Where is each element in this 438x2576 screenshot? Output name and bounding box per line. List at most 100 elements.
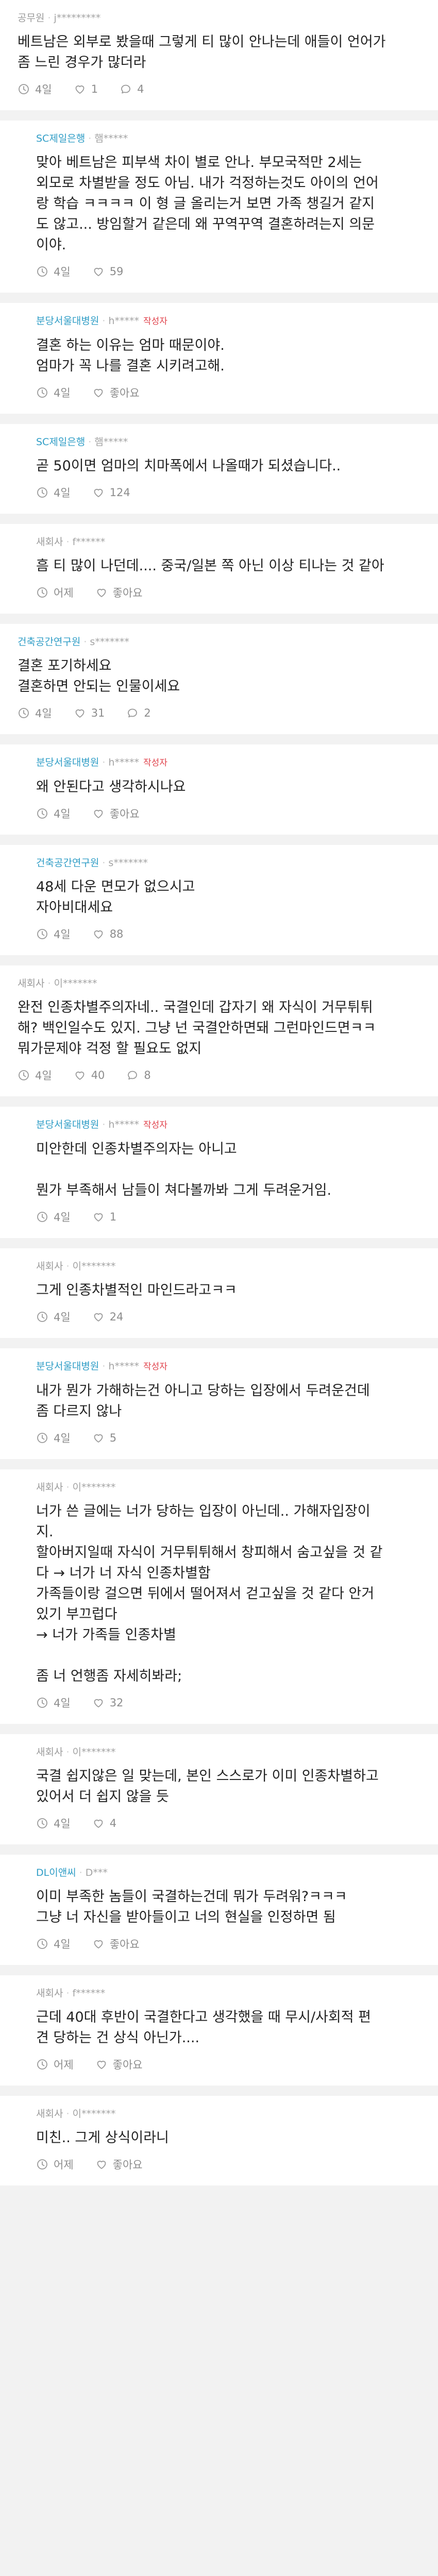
like-count: 40 (91, 1069, 105, 1081)
heart-icon (94, 388, 103, 397)
reply-button[interactable]: 8 (126, 1069, 151, 1081)
comment-text: 너가 쓴 글에는 너가 당하는 입장이 아닌데.. 가해자입장이 지. 할아버지… (36, 1503, 383, 1684)
clock-icon (37, 1312, 47, 1322)
comment: 새회사 · 이******* 완전 인종차별주의자네.. 국결인데 갑자기 왜 자식이… (0, 965, 438, 1096)
author-id[interactable]: s******* (90, 636, 129, 648)
author-badge: 작성자 (143, 1120, 167, 1130)
meta-separator: · (88, 133, 92, 144)
like-button[interactable]: 좋아요 (92, 1936, 140, 1952)
timestamp: 4일 (36, 264, 71, 279)
like-button[interactable]: 124 (92, 486, 130, 499)
author-id[interactable]: h***** (108, 315, 139, 327)
comment-text: 곧 50이면 엄마의 치마폭에서 나올때가 되셨습니다.. (36, 458, 341, 474)
reply-comment: SC제일은행 · 햄***** 맞아 베트남은 피부색 차이 별로 안나. 부모국적만… (0, 121, 438, 293)
like-count: 좋아요 (109, 1938, 140, 1951)
like-button[interactable]: 좋아요 (92, 806, 140, 821)
speech-bubble-icon (128, 1071, 138, 1080)
heart-icon (94, 267, 103, 276)
author-company[interactable]: SC제일은행 (36, 133, 85, 144)
author-id[interactable]: 햄***** (94, 436, 128, 448)
heart-icon (94, 1313, 103, 1321)
author-id[interactable]: f****** (73, 1988, 106, 1999)
clock-icon (19, 84, 29, 94)
author-company[interactable]: 분당서울대병원 (36, 1361, 99, 1372)
comment-meta: SC제일은행 · 햄***** (36, 435, 420, 449)
timestamp-label: 4일 (54, 487, 71, 499)
comment-actions: 어제 좋아요 (36, 2057, 420, 2072)
like-count: 59 (109, 265, 124, 278)
comment-actions: 4일 5 (36, 1430, 420, 1446)
timestamp: 4일 (18, 1067, 52, 1083)
author-company[interactable]: 분당서울대병원 (36, 757, 99, 768)
like-button[interactable]: 40 (74, 1069, 105, 1081)
like-button[interactable]: 5 (92, 1432, 116, 1444)
author-company[interactable]: 공무원 (18, 12, 44, 24)
like-button[interactable]: 좋아요 (95, 585, 143, 600)
author-id[interactable]: f****** (73, 536, 106, 548)
like-count: 5 (109, 1432, 117, 1444)
author-id[interactable]: 이******* (73, 1482, 116, 1493)
like-button[interactable]: 88 (92, 928, 124, 940)
like-button[interactable]: 31 (74, 707, 105, 719)
comment-meta: 새회사 · 이******* (36, 1481, 420, 1494)
comment-actions: 4일 4 (36, 1816, 420, 1831)
like-button[interactable]: 좋아요 (95, 2057, 143, 2072)
author-id[interactable]: 이******* (73, 2108, 116, 2120)
author-id[interactable]: D*** (86, 1867, 108, 1878)
author-id[interactable]: 이******* (54, 978, 97, 989)
timestamp-label: 4일 (54, 1697, 71, 1709)
author-company[interactable]: 분당서울대병원 (36, 315, 99, 327)
author-id[interactable]: 이******* (73, 1261, 116, 1272)
timestamp: 4일 (36, 1430, 71, 1446)
author-company[interactable]: 새회사 (36, 536, 63, 548)
like-button[interactable]: 1 (92, 1211, 116, 1223)
author-company[interactable]: 새회사 (36, 1988, 63, 1999)
author-company[interactable]: 새회사 (18, 978, 44, 989)
timestamp-label: 4일 (54, 1311, 71, 1324)
comment-actions: 4일 1 (36, 1209, 420, 1225)
like-button[interactable]: 좋아요 (95, 2157, 143, 2172)
author-id[interactable]: h***** (108, 757, 139, 768)
like-button[interactable]: 좋아요 (92, 385, 140, 400)
author-id[interactable]: s******* (108, 857, 147, 869)
heart-icon (94, 1213, 103, 1222)
reply-comment: 새회사 · f****** 근데 40대 후반이 국결한다고 생각했을 때 무시/사회… (0, 1975, 438, 2086)
heart-icon (97, 2060, 106, 2069)
meta-separator: · (79, 1867, 82, 1878)
like-count: 88 (109, 928, 124, 940)
author-id[interactable]: 이******* (73, 1747, 116, 1758)
reply-button[interactable]: 2 (126, 707, 151, 719)
author-company[interactable]: DL이앤씨 (36, 1867, 76, 1878)
author-id[interactable]: j********* (54, 12, 101, 24)
like-button[interactable]: 32 (92, 1697, 123, 1709)
author-company[interactable]: 새회사 (36, 1747, 63, 1758)
author-company[interactable]: 새회사 (36, 1261, 63, 1272)
author-company[interactable]: 건축공간연구원 (18, 636, 80, 648)
author-company[interactable]: 새회사 (36, 2108, 63, 2120)
timestamp: 4일 (36, 385, 71, 400)
comment-meta: 새회사 · 이******* (18, 977, 420, 990)
author-company[interactable]: SC제일은행 (36, 436, 85, 448)
like-button[interactable]: 4 (92, 1817, 116, 1829)
author-company[interactable]: 새회사 (36, 1482, 63, 1493)
meta-separator: · (66, 536, 70, 548)
reply-button[interactable]: 4 (120, 83, 144, 95)
timestamp: 4일 (18, 705, 52, 721)
comment-text: 그게 인종차별적인 마인드라고ㅋㅋ (36, 1282, 237, 1298)
like-count: 좋아요 (109, 387, 140, 399)
author-id[interactable]: h***** (108, 1361, 139, 1372)
clock-icon (37, 2159, 47, 2170)
timestamp: 4일 (36, 926, 71, 942)
author-company[interactable]: 분당서울대병원 (36, 1119, 99, 1130)
like-button[interactable]: 24 (92, 1311, 123, 1323)
clock-icon (37, 1698, 47, 1708)
like-button[interactable]: 1 (74, 83, 98, 95)
reply-comment: 건축공간연구원 · s******* 48세 다운 면모가 없으시고 자아비대세요 4일… (0, 845, 438, 955)
author-id[interactable]: h***** (108, 1119, 139, 1130)
author-id[interactable]: 햄***** (94, 133, 128, 144)
like-button[interactable]: 59 (92, 265, 124, 278)
author-company[interactable]: 건축공간연구원 (36, 857, 99, 869)
comment-text: 베트남은 외부로 봤을때 그렇게 티 많이 안나는데 애들이 언어가 좀 느린 … (18, 34, 386, 71)
heart-icon (75, 709, 85, 718)
clock-icon (37, 387, 47, 398)
